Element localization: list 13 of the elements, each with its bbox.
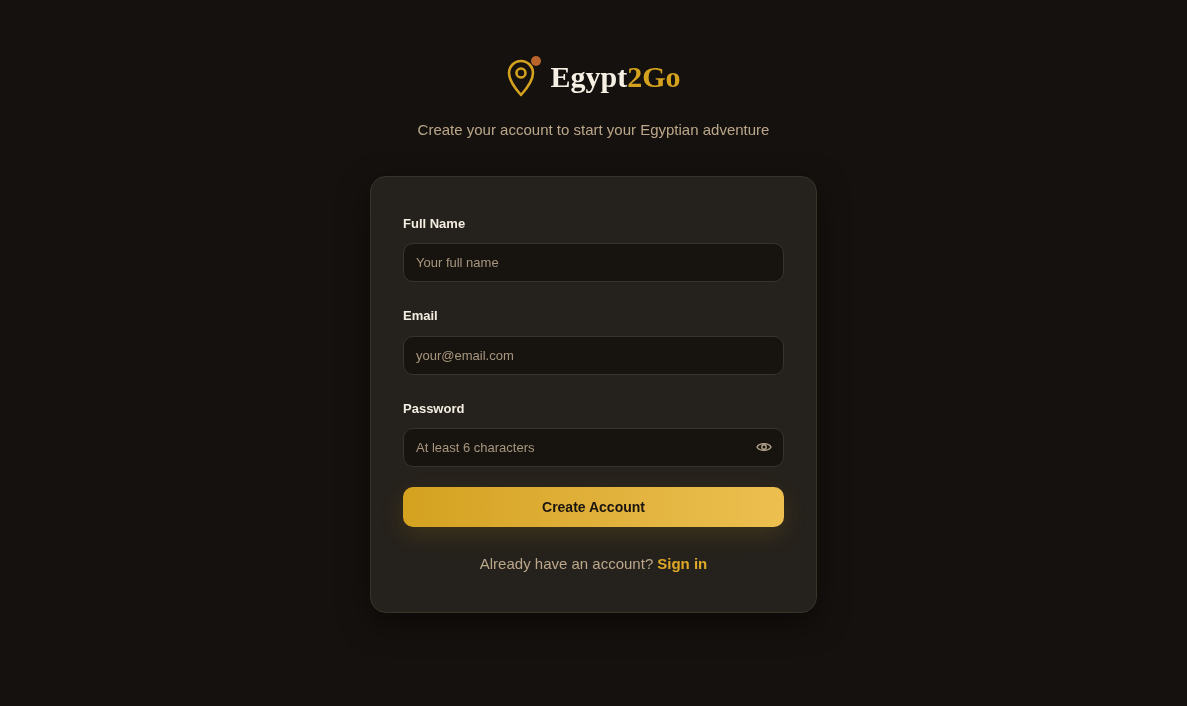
logo-text: Egypt2Go	[550, 62, 681, 92]
input-field[interactable]: At least 6 characters	[403, 428, 784, 467]
create-account-button[interactable]: Create Account	[403, 487, 784, 527]
map-pin-icon	[506, 55, 543, 99]
input-field[interactable]: your@email.com	[403, 335, 784, 375]
field-label: Full Name	[403, 214, 467, 233]
sign-in-prompt: Already have an account?	[479, 554, 654, 574]
input-field[interactable]: Your full name	[403, 243, 784, 282]
subtitle: Create your account to start your Egyptian adventure	[417, 120, 770, 140]
field-label: Email	[403, 307, 439, 325]
eye-icon[interactable]	[756, 441, 772, 453]
sign-in-link[interactable]: Sign in	[657, 553, 708, 576]
field-label: Password	[403, 399, 466, 418]
